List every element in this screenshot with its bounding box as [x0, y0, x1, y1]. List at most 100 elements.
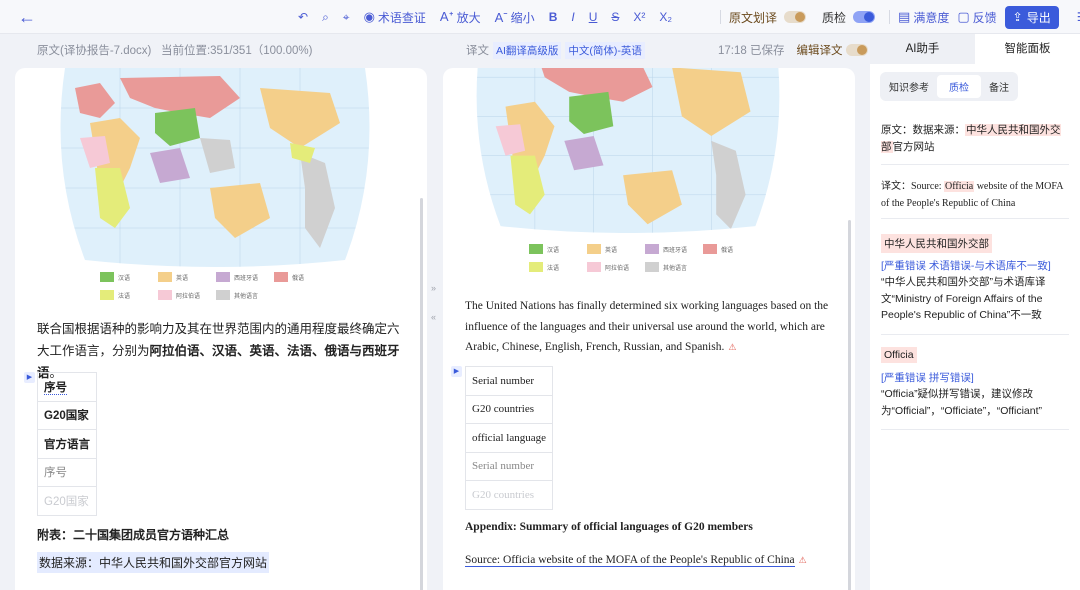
zoom-out-button[interactable]: Aˉ 缩小: [495, 9, 535, 26]
table-cell[interactable]: G20 countries: [464, 480, 554, 510]
translation-pane[interactable]: 汉语 英语 西班牙语 俄语 法语 阿拉伯语 其他语言 The United Na…: [443, 68, 855, 590]
subscript-button[interactable]: X₂: [659, 10, 672, 24]
source-scrollbar[interactable]: [420, 198, 423, 590]
back-arrow-icon[interactable]: ←: [18, 7, 38, 27]
save-status-bar: 17:18 已保存 编辑译文: [718, 34, 869, 66]
translation-source-line[interactable]: Source: Officia website of the MOFA of t…: [465, 554, 795, 567]
quality-check-toggle[interactable]: 质检: [822, 9, 876, 26]
legend-swatch: [216, 272, 230, 282]
issue-type: [严重错误 术语错误-与术语库不一致]: [881, 260, 1051, 272]
translation-appendix-title[interactable]: Appendix: Summary of official languages …: [465, 521, 753, 533]
table-cell[interactable]: G20国家: [37, 486, 97, 516]
table-cell[interactable]: G20国家: [37, 400, 97, 430]
translation-scrollbar[interactable]: [848, 220, 851, 590]
issue-type: [严重错误 拼写错误]: [881, 372, 974, 384]
translation-table: Serial number G20 countries official lan…: [464, 366, 554, 510]
toggle-switch[interactable]: [853, 11, 876, 23]
table-row: 序号: [37, 457, 97, 487]
undo-icon[interactable]: ↶: [298, 10, 308, 24]
font-down-icon: Aˉ: [494, 9, 508, 25]
warning-icon[interactable]: ⚠: [728, 342, 736, 352]
table-cell[interactable]: 官方语言: [37, 429, 97, 459]
translation-label: 译文: [466, 45, 489, 57]
italic-button[interactable]: I: [571, 10, 574, 24]
legend-item: 法语: [100, 290, 158, 300]
legend-label: 英语: [176, 275, 189, 282]
table-cell[interactable]: 序号: [37, 372, 97, 402]
legend-label: 西班牙语: [234, 275, 259, 282]
source-underline-label: 原文划译: [729, 10, 778, 25]
legend-swatch: [529, 244, 543, 254]
legend-item: 阿拉伯语: [587, 262, 645, 272]
bold-button[interactable]: B: [549, 10, 558, 24]
eye-icon: ◉: [363, 9, 375, 24]
qc-translation-prefix: 译文：Source:: [881, 181, 945, 192]
divider: [881, 334, 1069, 335]
subtab-knowledge[interactable]: 知识参考: [883, 75, 935, 98]
qc-original-text: 原文：数据来源：中华人民共和国外交部官方网站: [881, 122, 1071, 156]
legend-swatch: [645, 262, 659, 272]
quality-check-label: 质检: [822, 10, 847, 25]
table-cell[interactable]: 序号: [37, 457, 97, 487]
issue-term[interactable]: Officia: [881, 347, 917, 363]
translation-paragraph[interactable]: The United Nations has finally determine…: [465, 296, 835, 358]
term-check-button[interactable]: ◉ 术语查证: [364, 9, 426, 26]
legend-swatch: [529, 262, 543, 272]
expand-right-icon[interactable]: »: [431, 283, 436, 293]
legend-label: 汉语: [547, 247, 560, 254]
map-legend: 汉语 英语 西班牙语 俄语 法语 阿拉伯语 其他语言: [100, 272, 332, 300]
toolbar: ← ↶ ⌕ ⌖ ◉ 术语查证 Aᐩ 放大 Aˉ 缩小 B I U S X² X₂…: [0, 0, 1080, 34]
source-underline-toggle[interactable]: 原文划译: [729, 9, 807, 26]
legend-label: 其他语言: [234, 293, 259, 300]
legend-item: 阿拉伯语: [158, 290, 216, 300]
tab-ai-assistant[interactable]: AI助手: [870, 34, 975, 64]
language-pair-tag: 中文(简体)-英语: [565, 41, 645, 59]
export-button[interactable]: ⇪ 导出: [1004, 5, 1059, 29]
zoom-in-button[interactable]: Aᐩ 放大: [440, 9, 481, 26]
source-doc-info: 原文(译协报告-7.docx) 当前位置:351/351（100.00%): [37, 34, 312, 66]
search-icon[interactable]: ⌕: [322, 10, 329, 25]
superscript-button[interactable]: X²: [633, 10, 645, 24]
legend-label: 法语: [547, 265, 560, 272]
toolbar-right-group: 原文划译 质检 ▤ 满意度 ▢ 反馈 ⇪ 导出 ☰: [720, 0, 1080, 34]
legend-swatch: [587, 262, 601, 272]
doc-info-text: 原文(译协报告-7.docx) 当前位置:351/351（100.00%): [37, 45, 313, 57]
table-cell[interactable]: Serial number: [464, 366, 554, 396]
divider: [889, 10, 891, 24]
segment-marker-icon[interactable]: ▶: [24, 372, 35, 383]
legend-item: 俄语: [703, 244, 761, 254]
subtab-notes[interactable]: 备注: [983, 75, 1015, 98]
edit-translation-toggle[interactable]: [846, 44, 869, 56]
table-row: official language: [464, 423, 554, 453]
table-row: G20 countries: [464, 394, 554, 424]
legend-label: 其他语言: [663, 265, 688, 272]
issue-description: “中华人民共和国外交部”与术语库译文“Ministry of Foreign A…: [881, 276, 1046, 321]
table-row: G20国家: [37, 486, 97, 516]
locate-icon[interactable]: ⌖: [343, 10, 350, 25]
satisfaction-button[interactable]: ▤ 满意度: [898, 9, 949, 26]
strikethrough-button[interactable]: S: [611, 10, 619, 24]
source-pane[interactable]: 汉语 英语 西班牙语 俄语 法语 阿拉伯语 其他语言 联合国根据语种的影响力及其…: [15, 68, 427, 590]
table-cell[interactable]: official language: [464, 423, 554, 453]
source-data-source-line[interactable]: 数据来源：中华人民共和国外交部官方网站: [37, 552, 270, 573]
tab-smart-panel[interactable]: 智能面板: [975, 34, 1080, 64]
legend-swatch: [216, 290, 230, 300]
export-icon: ⇪: [1012, 10, 1023, 24]
legend-item: 汉语: [100, 272, 158, 282]
segment-marker-icon[interactable]: ▶: [451, 366, 462, 377]
table-cell[interactable]: Serial number: [464, 451, 554, 481]
underline-button[interactable]: U: [589, 10, 598, 24]
feedback-button[interactable]: ▢ 反馈: [957, 9, 996, 26]
map-legend: 汉语 英语 西班牙语 俄语 法语 阿拉伯语 其他语言: [529, 244, 761, 272]
legend-label: 英语: [605, 247, 618, 254]
warning-icon[interactable]: ⚠: [799, 555, 807, 565]
table-cell[interactable]: G20 countries: [464, 394, 554, 424]
world-language-map: [476, 68, 780, 234]
table-row: G20国家: [37, 400, 97, 430]
issue-term[interactable]: 中华人民共和国外交部: [881, 234, 992, 253]
qc-original-prefix: 原文：数据来源：: [881, 124, 965, 136]
toggle-switch[interactable]: [784, 11, 807, 23]
subtab-quality-check[interactable]: 质检: [937, 75, 981, 98]
source-appendix-title[interactable]: 附表：二十国集团成员官方语种汇总: [37, 526, 229, 543]
expand-left-icon[interactable]: «: [431, 312, 436, 322]
